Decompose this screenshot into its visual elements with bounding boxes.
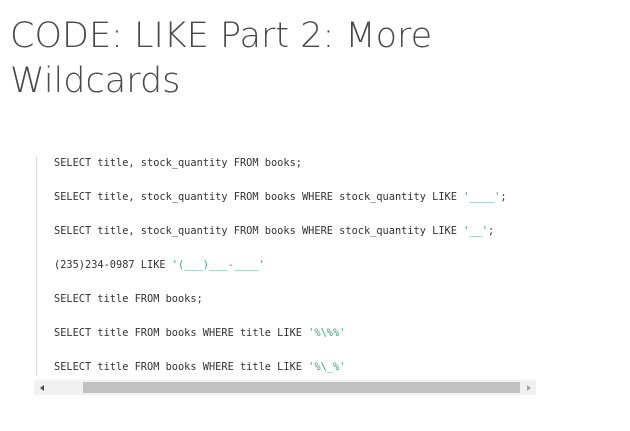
scroll-left-button[interactable] (34, 380, 49, 395)
scroll-right-button[interactable] (521, 380, 536, 395)
horizontal-scrollbar[interactable] (34, 380, 536, 395)
code-string: '%\%%' (308, 327, 346, 339)
code-line: SELECT title, stock_quantity FROM books … (54, 224, 494, 238)
code-text: (235)234-0987 LIKE (54, 259, 172, 271)
code-string: '(___)___-____' (171, 259, 265, 271)
code-block: SELECT title, stock_quantity FROM books;… (36, 156, 535, 376)
scrollbar-thumb[interactable] (83, 382, 520, 393)
code-text: SELECT title, stock_quantity FROM books … (54, 191, 464, 203)
code-line: (235)234-0987 LIKE '(___)___-____' (54, 258, 265, 272)
code-line: SELECT title, stock_quantity FROM books … (54, 190, 507, 204)
code-text: SELECT title FROM books WHERE title LIKE (54, 327, 309, 339)
code-line: SELECT title, stock_quantity FROM books; (54, 156, 302, 170)
code-text: SELECT title FROM books; (54, 293, 203, 305)
code-line: SELECT title FROM books WHERE title LIKE… (54, 326, 345, 340)
code-string: '____' (463, 191, 501, 203)
code-terminator: ; (487, 225, 495, 237)
code-string: '%\_%' (308, 361, 346, 373)
code-text: SELECT title, stock_quantity FROM books … (54, 225, 464, 237)
code-text: SELECT title FROM books WHERE title LIKE (54, 361, 309, 373)
scroll-left-arrow-icon (39, 384, 44, 391)
scroll-right-arrow-icon (526, 384, 531, 391)
code-string: '__' (463, 225, 488, 237)
code-terminator: ; (500, 191, 507, 203)
page-title: CODE: LIKE Part 2: More Wildcards (10, 16, 433, 101)
code-line: SELECT title FROM books; (54, 292, 203, 306)
code-text: SELECT title, stock_quantity FROM books; (54, 157, 302, 169)
code-line: SELECT title FROM books WHERE title LIKE… (54, 360, 345, 374)
